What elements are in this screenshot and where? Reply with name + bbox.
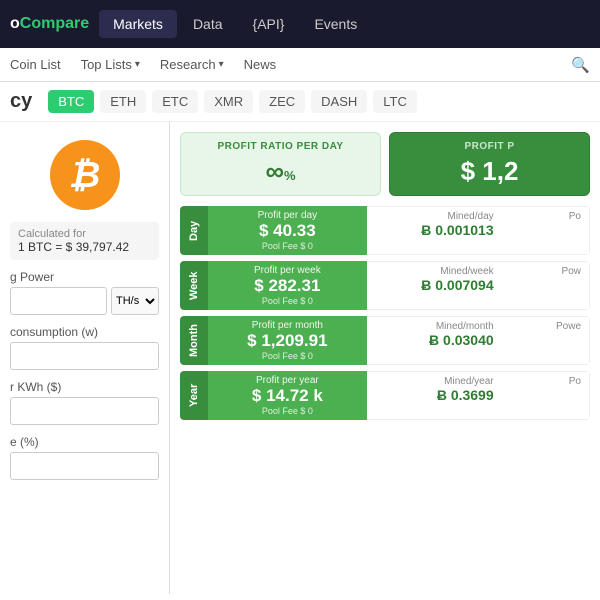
second-nav-item-coinlist[interactable]: Coin List xyxy=(10,57,61,72)
logo-prefix: o xyxy=(10,15,20,32)
coin-tab-btc[interactable]: BTC xyxy=(48,90,94,113)
coin-tab-etc[interactable]: ETC xyxy=(152,90,198,113)
dropdown-arrow-icon: ▾ xyxy=(219,59,224,70)
dropdown-arrow-icon: ▾ xyxy=(135,59,140,70)
main-content: ₿ Calculated for 1 BTC = $ 39,797.42 g P… xyxy=(0,122,600,594)
power-consumption-group: consumption (w) xyxy=(10,325,159,370)
coin-tab-zec[interactable]: ZEC xyxy=(259,90,305,113)
power-cell: Pow xyxy=(502,261,590,310)
second-nav: Coin List Top Lists▾ Research▾ News 🔍 xyxy=(0,48,600,82)
cost-per-kwh-group: r KWh ($) xyxy=(10,380,159,425)
pool-fee-label: e (%) xyxy=(10,435,159,449)
mined-cell: Mined/day Ƀ 0.001013 xyxy=(367,206,502,255)
profit-card-profit-month: PROFIT P $ 1,2 xyxy=(389,132,590,196)
coin-tabs-bar: cy BTC ETH ETC XMR ZEC DASH LTC xyxy=(0,82,600,122)
pool-fee: Pool Fee $ 0 xyxy=(216,241,359,251)
bitcoin-icon: ₿ xyxy=(50,140,120,210)
pool-fee: Pool Fee $ 0 xyxy=(216,351,359,361)
profit-card-label: PROFIT P xyxy=(402,141,577,152)
second-nav-item-toplists[interactable]: Top Lists▾ xyxy=(81,57,140,72)
power-label: Powe xyxy=(510,321,581,332)
cost-per-kwh-label: r KWh ($) xyxy=(10,380,159,394)
coin-tab-ltc[interactable]: LTC xyxy=(373,90,417,113)
top-nav-item-markets[interactable]: Markets xyxy=(99,10,177,38)
power-cell: Po xyxy=(502,371,590,420)
mined-value: Ƀ 0.001013 xyxy=(375,222,494,238)
top-nav-item-data[interactable]: Data xyxy=(179,10,237,38)
profit-value: $ 282.31 xyxy=(216,276,359,296)
pool-fee: Pool Fee $ 0 xyxy=(216,296,359,306)
profit-value: $ 1,209.91 xyxy=(216,331,359,351)
page-title: cy xyxy=(10,90,32,113)
mined-label: Mined/day xyxy=(375,211,494,222)
mined-value: Ƀ 0.03040 xyxy=(375,332,494,348)
profit-label: Profit per year xyxy=(216,375,359,386)
search-icon[interactable]: 🔍 xyxy=(571,56,590,74)
mined-label: Mined/week xyxy=(375,266,494,277)
power-consumption-input[interactable] xyxy=(10,342,159,370)
top-nav-item-events[interactable]: Events xyxy=(300,10,371,38)
power-label: Po xyxy=(510,211,581,222)
top-nav: oCompare MarketsData{API}Events xyxy=(0,0,600,48)
right-panel: PROFIT RATIO PER DAY ∞% PROFIT P $ 1,2 D… xyxy=(170,122,600,594)
hashing-power-label: g Power xyxy=(10,270,159,284)
profit-card-unit: % xyxy=(284,168,296,183)
mining-row-year: Year Profit per year $ 14.72 k Pool Fee … xyxy=(180,371,590,420)
mining-row-day: Day Profit per day $ 40.33 Pool Fee $ 0 … xyxy=(180,206,590,255)
period-label: Month xyxy=(180,316,208,365)
power-label: Pow xyxy=(510,266,581,277)
profit-card-value: ∞% xyxy=(193,156,368,187)
profit-label: Profit per week xyxy=(216,265,359,276)
pool-fee-group: e (%) xyxy=(10,435,159,480)
profit-card-value: $ 1,2 xyxy=(402,156,577,187)
profit-cell: Profit per day $ 40.33 Pool Fee $ 0 xyxy=(208,206,367,255)
profit-label: Profit per month xyxy=(216,320,359,331)
left-panel: ₿ Calculated for 1 BTC = $ 39,797.42 g P… xyxy=(0,122,170,594)
profit-cell: Profit per year $ 14.72 k Pool Fee $ 0 xyxy=(208,371,367,420)
period-label: Day xyxy=(180,206,208,255)
power-consumption-label: consumption (w) xyxy=(10,325,159,339)
period-label: Year xyxy=(180,371,208,420)
calc-for-value: 1 BTC = $ 39,797.42 xyxy=(18,240,151,254)
mined-label: Mined/month xyxy=(375,321,494,332)
top-nav-items: MarketsData{API}Events xyxy=(99,10,371,38)
mined-cell: Mined/week Ƀ 0.007094 xyxy=(367,261,502,310)
mined-cell: Mined/year Ƀ 0.3699 xyxy=(367,371,502,420)
profit-cards: PROFIT RATIO PER DAY ∞% PROFIT P $ 1,2 xyxy=(180,132,590,196)
pool-fee-input[interactable] xyxy=(10,452,159,480)
logo[interactable]: oCompare xyxy=(10,15,89,33)
power-cell: Po xyxy=(502,206,590,255)
mining-rows-container: Day Profit per day $ 40.33 Pool Fee $ 0 … xyxy=(180,206,590,420)
profit-cell: Profit per week $ 282.31 Pool Fee $ 0 xyxy=(208,261,367,310)
profit-label: Profit per day xyxy=(216,210,359,221)
period-label: Week xyxy=(180,261,208,310)
profit-value: $ 14.72 k xyxy=(216,386,359,406)
profit-value: $ 40.33 xyxy=(216,221,359,241)
coin-tab-dash[interactable]: DASH xyxy=(311,90,367,113)
hashing-power-unit-select[interactable]: TH/s GH/s MH/s xyxy=(111,287,159,315)
coin-tab-xmr[interactable]: XMR xyxy=(204,90,253,113)
profit-cell: Profit per month $ 1,209.91 Pool Fee $ 0 xyxy=(208,316,367,365)
cost-per-kwh-input[interactable] xyxy=(10,397,159,425)
profit-card-label: PROFIT RATIO PER DAY xyxy=(193,141,368,152)
power-cell: Powe xyxy=(502,316,590,365)
second-nav-item-news[interactable]: News xyxy=(244,57,277,72)
mined-label: Mined/year xyxy=(375,376,494,387)
power-label: Po xyxy=(510,376,581,387)
profit-card-profit-ratio-day: PROFIT RATIO PER DAY ∞% xyxy=(180,132,381,196)
mined-cell: Mined/month Ƀ 0.03040 xyxy=(367,316,502,365)
logo-name: Compare xyxy=(20,15,89,32)
hashing-power-group: g Power TH/s GH/s MH/s xyxy=(10,270,159,315)
coin-tab-eth[interactable]: ETH xyxy=(100,90,146,113)
mining-row-month: Month Profit per month $ 1,209.91 Pool F… xyxy=(180,316,590,365)
top-nav-item-api[interactable]: {API} xyxy=(239,10,299,38)
hashing-power-input[interactable] xyxy=(10,287,107,315)
calc-for-label: Calculated for xyxy=(18,228,151,240)
second-nav-item-research[interactable]: Research▾ xyxy=(160,57,224,72)
mining-row-week: Week Profit per week $ 282.31 Pool Fee $… xyxy=(180,261,590,310)
mined-value: Ƀ 0.3699 xyxy=(375,387,494,403)
mined-value: Ƀ 0.007094 xyxy=(375,277,494,293)
calc-for-box: Calculated for 1 BTC = $ 39,797.42 xyxy=(10,222,159,260)
pool-fee: Pool Fee $ 0 xyxy=(216,406,359,416)
